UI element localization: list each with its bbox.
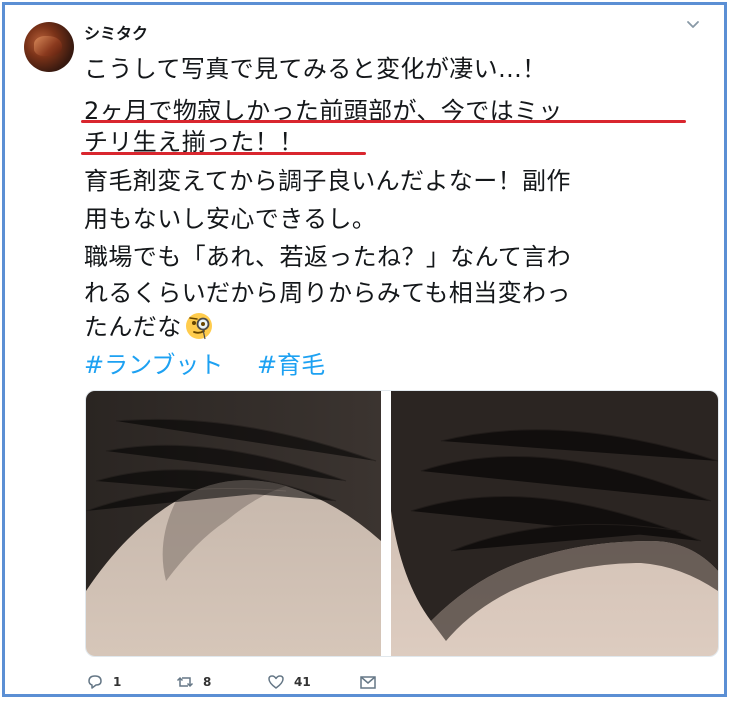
envelope-icon — [360, 676, 376, 689]
avatar[interactable] — [24, 22, 74, 72]
chevron-down-icon[interactable] — [685, 19, 701, 31]
avatar-steak-image — [34, 36, 62, 56]
hashtag-link[interactable]: #ランブット — [84, 351, 223, 379]
like-count: 41 — [294, 675, 311, 689]
display-name[interactable]: シミタク — [84, 20, 148, 44]
face-with-monocle-icon — [185, 313, 212, 340]
hashtags: #ランブット #育毛 — [84, 345, 351, 380]
retweet-count: 8 — [203, 675, 212, 689]
tweet-text: たんだな — [84, 313, 182, 341]
like-button[interactable]: 41 — [266, 672, 311, 692]
tweet-text-line: 職場でも「あれ、若返ったね？」なんて言わ — [84, 243, 572, 271]
reply-icon — [88, 675, 102, 689]
hashtag-link[interactable]: #育毛 — [257, 351, 325, 379]
tweet-text-line: こうして写真で見てみると変化が凄い...！ — [84, 55, 547, 83]
reply-button[interactable]: 1 — [85, 672, 121, 692]
after-hairline-photo[interactable] — [391, 391, 718, 656]
tweet-text-line: れるくらいだから周りからみても相当変わっ — [84, 279, 571, 307]
direct-message-button[interactable] — [358, 672, 378, 692]
tweet-text-line-last: たんだな — [84, 307, 214, 342]
media-gallery — [85, 390, 719, 657]
heart-icon — [268, 675, 284, 689]
retweet-icon — [176, 676, 194, 688]
red-underline — [81, 152, 366, 155]
tweet-card: シミタク こうして写真で見てみると変化が凄い...！ 2ヶ月で物寂しかった前頭部… — [2, 2, 727, 697]
tweet-actions: 1 8 41 — [85, 672, 485, 696]
before-hairline-photo[interactable] — [86, 391, 381, 656]
retweet-button[interactable]: 8 — [175, 672, 211, 692]
tweet-text-line: 用もないし安心できるし。 — [84, 205, 377, 233]
tweet-text-line: 育毛剤変えてから調子良いんだよなー！副作 — [84, 167, 571, 195]
reply-count: 1 — [113, 675, 122, 689]
